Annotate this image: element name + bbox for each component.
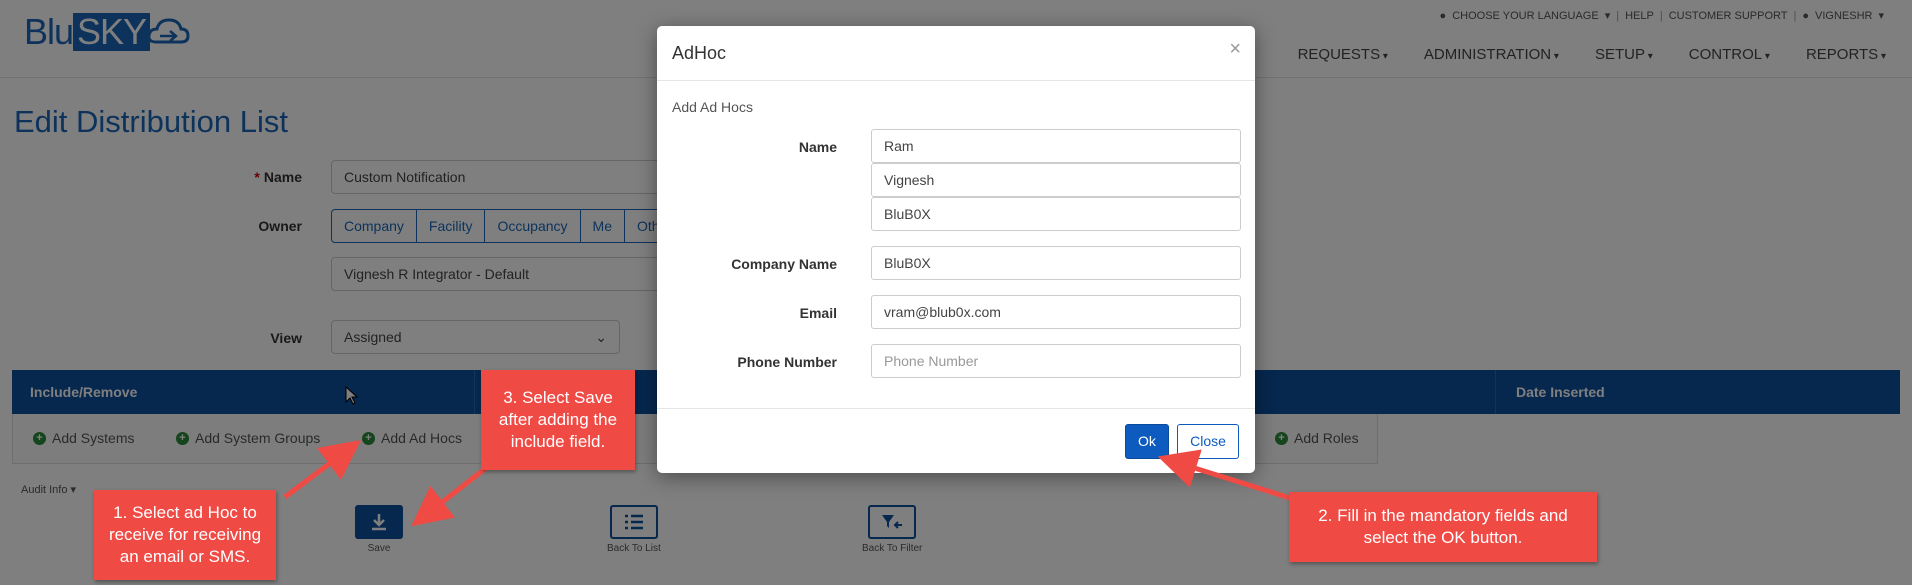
arrow-to-add-ad-hocs xyxy=(283,440,361,499)
annotation-arrows xyxy=(283,440,1291,527)
callout-step-1: 1. Select ad Hoc to receive for receivin… xyxy=(94,490,276,580)
arrow-to-save xyxy=(411,466,488,527)
callout-step-2: 2. Fill in the mandatory fields and sele… xyxy=(1289,492,1597,562)
callout-step-3: 3. Select Save after adding the include … xyxy=(481,370,635,470)
edit-distribution-list-page: BluSKY ● CHOOSE YOUR LANGUAGE▾ | HELP | … xyxy=(0,0,1912,585)
arrow-to-ok xyxy=(1157,449,1291,501)
